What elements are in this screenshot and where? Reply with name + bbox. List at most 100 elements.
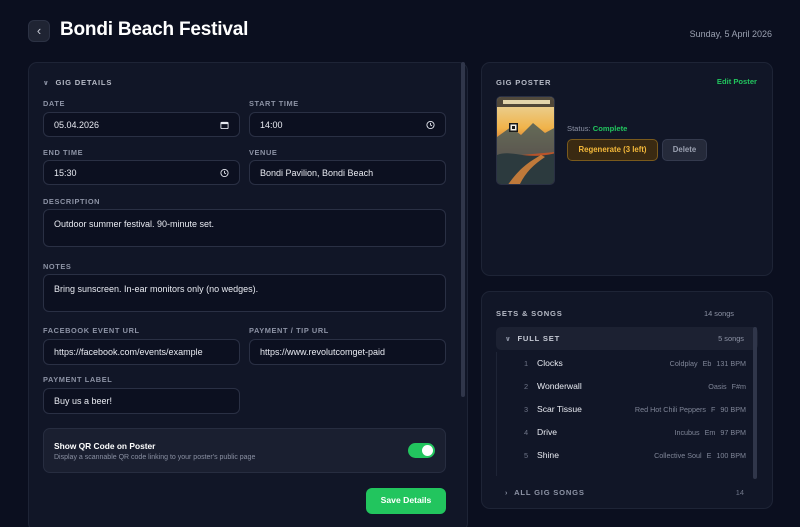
date-input[interactable]: 05.04.2026 [43,112,240,137]
poster-thumbnail[interactable] [496,96,555,185]
venue-input[interactable]: Bondi Pavilion, Bondi Beach [249,160,446,185]
payment-label-value: Buy us a beer! [54,396,113,406]
full-set-name: FULL SET [517,334,561,343]
end-time-label: END TIME [43,148,84,157]
payment-label-label: PAYMENT LABEL [43,375,113,384]
description-value: Outdoor summer festival. 90-minute set. [54,219,215,229]
status-label: Status: [567,124,591,133]
gig-details-header[interactable]: ∨ GIG DETAILS [43,78,112,87]
chevron-down-icon: ∨ [43,80,50,87]
clock-icon[interactable] [426,120,435,129]
notes-label: NOTES [43,262,72,271]
payment-url-value: https://www.revolutcomget-paid [260,347,386,357]
song-artist: Oasis [708,382,727,391]
song-number: 2 [524,382,529,391]
back-button[interactable]: ‹ [28,20,50,42]
calendar-icon[interactable] [220,120,229,129]
song-meta: Red Hot Chili Peppers F 90 BPM [630,405,746,414]
delete-button[interactable]: Delete [662,139,707,161]
start-time-value: 14:00 [260,119,283,130]
payment-label-input[interactable]: Buy us a beer! [43,388,240,414]
chevron-right-icon: › [505,490,509,497]
notes-textarea[interactable]: Bring sunscreen. In-ear monitors only (n… [43,274,446,312]
gig-poster-title: GIG POSTER [496,78,552,87]
qr-option-subtitle: Display a scannable QR code linking to y… [54,454,256,461]
song-title: Drive [537,427,558,437]
chevron-down-icon: ∨ [505,336,512,343]
song-title: Wonderwall [537,381,582,391]
song-key: E [706,451,712,460]
full-set-header[interactable]: ∨ FULL SET 5 songs [496,327,758,350]
song-meta: Incubus Em 97 BPM [669,428,746,437]
date-value: 05.04.2026 [54,119,100,130]
page-title: Bondi Beach Festival [60,19,249,40]
all-gig-songs-name: ALL GIG SONGS [514,488,585,497]
date-label: DATE [43,99,65,108]
song-bpm: 90 BPM [720,405,746,414]
qr-option-title: Show QR Code on Poster [54,441,156,451]
start-time-label: START TIME [249,99,299,108]
payment-url-label: PAYMENT / TIP URL [249,326,329,335]
facebook-url-input[interactable]: https://facebook.com/events/example [43,339,240,365]
song-key: Eb [702,359,712,368]
facebook-url-label: FACEBOOK EVENT URL [43,326,140,335]
qr-code-toggle[interactable] [408,443,435,458]
start-time-input[interactable]: 14:00 [249,112,446,137]
sets-songs-title: SETS & SONGS [496,309,563,318]
song-bpm: 100 BPM [716,451,746,460]
sets-songs-panel: SETS & SONGS 14 songs ∨ FULL SET 5 songs … [481,291,773,509]
song-key: F [711,405,716,414]
all-gig-songs-header[interactable]: › ALL GIG SONGS 14 [496,484,758,504]
chevron-left-icon: ‹ [36,23,42,38]
poster-status: Status: Complete [567,124,627,133]
venue-value: Bondi Pavilion, Bondi Beach [260,167,374,178]
song-artist: Incubus [674,428,700,437]
song-title: Shine [537,450,559,460]
song-title: Clocks [537,358,563,368]
song-meta: Coldplay Eb 131 BPM [665,359,746,368]
payment-url-input[interactable]: https://www.revolutcomget-paid [249,339,446,365]
details-scrollbar[interactable] [461,62,465,397]
gig-details-title: GIG DETAILS [55,78,113,87]
header-date: Sunday, 5 April 2026 [689,29,772,39]
songs-list: 1 Clocks Coldplay Eb 131 BPM 2 Wonderwall … [496,352,754,476]
song-number: 3 [524,405,529,414]
all-gig-songs-count: 14 [735,488,744,497]
song-artist: Coldplay [669,359,698,368]
song-meta: Collective Soul E 100 BPM [649,451,746,460]
song-row[interactable]: 3 Scar Tissue Red Hot Chili Peppers F 90 B… [497,398,752,421]
song-meta: Oasis F#m [703,382,746,391]
end-time-value: 15:30 [54,167,77,178]
song-title: Scar Tissue [537,404,582,414]
venue-label: VENUE [249,148,278,157]
notes-value: Bring sunscreen. In-ear monitors only (n… [54,284,259,294]
end-time-input[interactable]: 15:30 [43,160,240,185]
song-artist: Collective Soul [654,451,702,460]
page-header: ‹ Bondi Beach Festival Sunday, 5 April 2… [0,0,800,60]
edit-poster-link[interactable]: Edit Poster [717,77,757,86]
description-textarea[interactable]: Outdoor summer festival. 90-minute set. [43,209,446,247]
song-number: 1 [524,359,529,368]
toggle-knob [422,445,433,456]
song-number: 5 [524,451,529,460]
song-artist: Red Hot Chili Peppers [634,405,707,414]
regenerate-button[interactable]: Regenerate (3 left) [567,139,658,161]
gig-poster-panel: GIG POSTER Edit Poster Status: Complete … [481,62,773,276]
description-label: DESCRIPTION [43,197,101,206]
song-key: F#m [731,382,746,391]
poster-artwork [497,97,554,184]
song-row[interactable]: 2 Wonderwall Oasis F#m [497,375,752,398]
full-set-count: 5 songs [718,334,744,343]
qr-code-option: Show QR Code on Poster Display a scannab… [43,428,446,473]
status-value: Complete [592,124,628,133]
clock-icon[interactable] [220,168,229,177]
song-row[interactable]: 1 Clocks Coldplay Eb 131 BPM [497,352,752,375]
total-songs-count: 14 songs [704,309,734,318]
song-row[interactable]: 5 Shine Collective Soul E 100 BPM [497,444,752,467]
facebook-url-value: https://facebook.com/events/example [54,347,203,357]
song-bpm: 131 BPM [716,359,746,368]
song-row[interactable]: 4 Drive Incubus Em 97 BPM [497,421,752,444]
song-number: 4 [524,428,529,437]
song-key: Em [704,428,716,437]
save-details-button[interactable]: Save Details [366,488,446,514]
